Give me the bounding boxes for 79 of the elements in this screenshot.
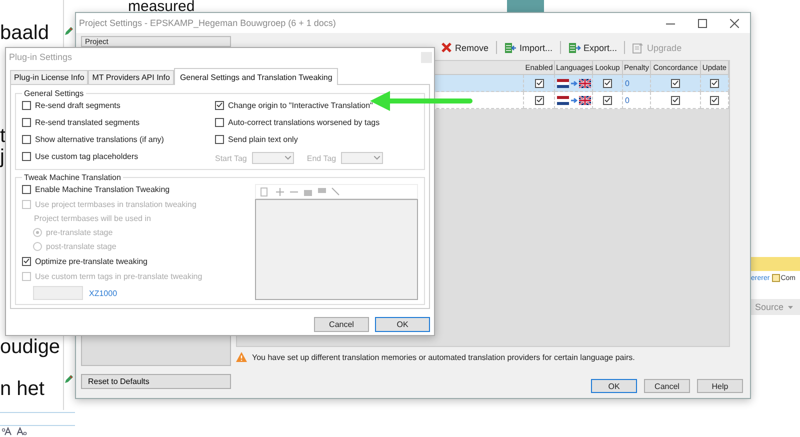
field-label: End Tag <box>306 154 336 162</box>
start-tag-dropdown[interactable] <box>252 152 294 164</box>
warning-icon <box>236 352 247 362</box>
document-text: t <box>0 125 6 147</box>
language-pair-icon <box>556 78 590 88</box>
checkbox-label: Re-send draft segments <box>35 100 120 110</box>
maximize-icon[interactable] <box>698 18 706 28</box>
input-bar[interactable] <box>0 412 75 426</box>
checkbox-label: Send plain text only <box>228 134 298 144</box>
tag-link[interactable]: XZ1000 <box>89 288 118 298</box>
notification-bar <box>750 257 800 271</box>
checkbox-label: Use custom term tags in pre-translate tweaking <box>35 272 202 280</box>
checkbox[interactable] <box>22 118 31 126</box>
dialog-title: Plug-in Settings <box>9 52 74 62</box>
delete-icon <box>441 42 452 53</box>
dialog-button[interactable]: OK <box>375 317 430 332</box>
text-size-icon[interactable] <box>2 427 12 436</box>
tab[interactable]: Plug-in License Info <box>10 70 88 84</box>
dialog-button[interactable]: Help <box>697 379 743 393</box>
checkbox[interactable] <box>534 96 544 104</box>
window-title: Project Settings - EPSKAMP_Hegeman Bouwgroep (6 + 1 docs) <box>79 18 337 28</box>
checkbox[interactable] <box>671 78 680 88</box>
checkbox-label: Auto-correct translations worsened by tags <box>228 118 380 126</box>
caret-icon <box>788 306 793 308</box>
radio-label: pre-translate stage <box>46 228 113 237</box>
dialog-button[interactable]: Cancel <box>314 317 369 332</box>
close-icon[interactable] <box>730 18 738 28</box>
checkbox[interactable] <box>534 78 544 88</box>
checkbox-label: Use custom tag placeholders <box>35 152 138 160</box>
document-text: oudige <box>0 336 60 358</box>
checkbox[interactable] <box>215 118 224 126</box>
spreadsheet-icon <box>504 42 517 54</box>
checkbox[interactable] <box>603 96 612 104</box>
toolbar-button[interactable]: Remove <box>439 42 491 53</box>
caret-icon <box>374 156 380 160</box>
checkbox[interactable] <box>215 100 224 110</box>
text-size-icon[interactable] <box>17 427 27 436</box>
checkbox[interactable] <box>22 184 31 194</box>
warning-message: You have set up different translation memories or automated translation providers for certain language pairs. <box>252 352 635 362</box>
hint-text: Project termbases will be used in <box>33 214 152 223</box>
document-text: n het <box>0 378 44 400</box>
status-block <box>507 0 544 13</box>
dialog-button[interactable]: OK <box>591 379 637 393</box>
dialog-button[interactable]: Cancel <box>644 379 690 393</box>
document-text: measured <box>128 0 195 15</box>
checkbox[interactable] <box>671 96 680 104</box>
caret-icon <box>284 156 291 160</box>
radio-label: post-translate stage <box>46 242 116 251</box>
checkbox[interactable] <box>22 134 31 144</box>
table-cell: 0 <box>623 75 651 92</box>
checkbox[interactable] <box>22 256 31 266</box>
tab[interactable]: MT Providers API Info <box>88 70 174 84</box>
reset-button[interactable]: Reset to Defaults <box>81 374 231 389</box>
field-label: Start Tag <box>215 154 247 162</box>
tab[interactable]: General Settings and Translation Tweaking <box>174 68 338 85</box>
checkbox-label: Change origin to "Interactive Translation" <box>228 100 373 110</box>
note-icon <box>772 274 780 282</box>
checkbox[interactable] <box>215 134 224 144</box>
group-title: Tweak Machine Translation <box>23 173 122 182</box>
spreadsheet-icon <box>568 42 581 54</box>
toolbar-button[interactable]: Import... <box>502 42 555 54</box>
checkbox[interactable] <box>710 96 719 104</box>
checkbox-label: Optimize pre-translate tweaking <box>35 256 148 266</box>
pencil-icon <box>64 374 74 384</box>
toolbar-button[interactable]: Export... <box>566 42 620 54</box>
checkbox[interactable] <box>22 100 31 110</box>
checkbox-label: Show alternative translations (if any) <box>35 134 164 144</box>
upgrade-icon <box>632 42 644 54</box>
checkbox[interactable] <box>710 78 719 88</box>
checkbox[interactable] <box>603 78 612 88</box>
checkbox[interactable] <box>22 152 31 160</box>
pencil-icon <box>64 26 74 36</box>
document-text: baald <box>0 22 49 44</box>
table-cell: 0 <box>623 92 651 109</box>
group-title: General Settings <box>23 89 85 98</box>
checkbox-label: Use project termbases in translation tweaking <box>35 200 196 208</box>
checkbox-label: Re-send translated segments <box>35 118 140 126</box>
checkbox-label: Enable Machine Translation Tweaking <box>35 184 170 194</box>
tag-field[interactable] <box>33 286 83 300</box>
